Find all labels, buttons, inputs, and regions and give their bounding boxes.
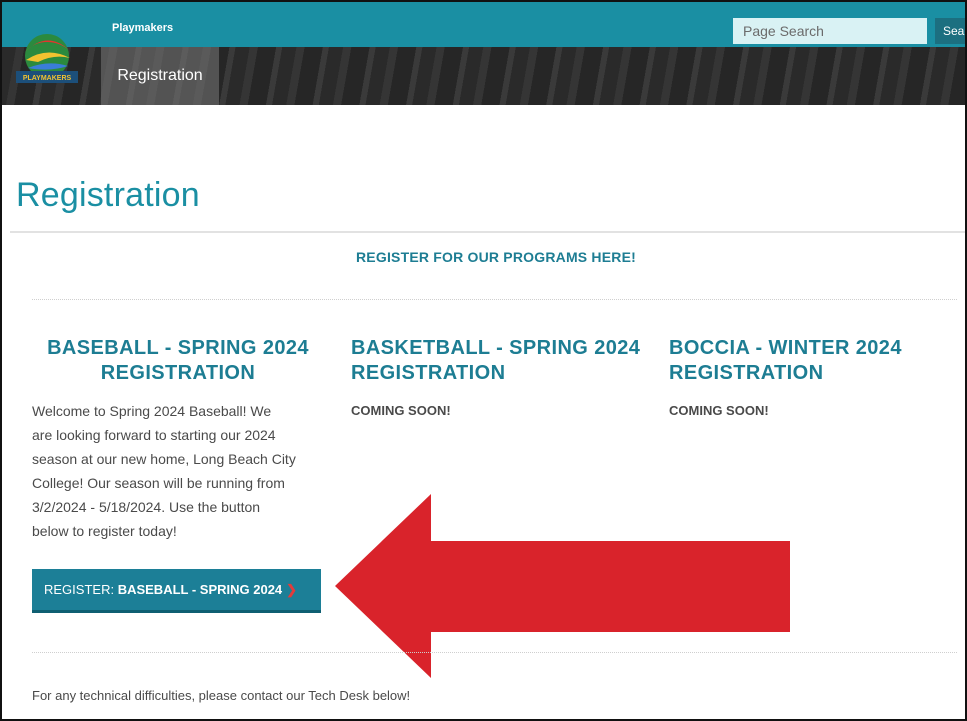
title-divider <box>10 231 965 233</box>
page-title: Registration <box>16 176 200 214</box>
boccia-title: BOCCIA - WINTER 2024 REGISTRATION <box>669 336 959 386</box>
page-search-input[interactable] <box>733 18 927 44</box>
search-button[interactable]: Search <box>935 18 965 44</box>
basketball-title-line1: BASKETBALL - SPRING 2024 <box>351 337 641 359</box>
boccia-status: COMING SOON! <box>669 403 769 418</box>
description-line: 3/2/2024 - 5/18/2024. Use the button <box>32 499 261 515</box>
register-button-prefix: REGISTER: <box>44 582 118 597</box>
boccia-title-line2: REGISTRATION <box>669 362 824 384</box>
description-line: College! Our season will be running from <box>32 475 285 491</box>
nav-item-registration[interactable]: Registration <box>101 47 219 105</box>
basketball-title: BASKETBALL - SPRING 2024 REGISTRATION <box>351 336 651 386</box>
register-programs-heading: REGISTER FOR OUR PROGRAMS HERE! <box>356 249 636 265</box>
browser-viewport: PLAYMAKERS Playmakers Registration Searc… <box>0 0 967 721</box>
left-arrow-annotation-icon <box>335 494 790 678</box>
basketball-title-line2: REGISTRATION <box>351 362 506 384</box>
section-divider-top <box>32 299 957 300</box>
baseball-title: BASEBALL - SPRING 2024 REGISTRATION <box>32 336 324 386</box>
logo-wordmark: PLAYMAKERS <box>23 75 72 82</box>
baseball-description: Welcome to Spring 2024 Baseball! We are … <box>32 399 332 543</box>
basketball-status: COMING SOON! <box>351 403 451 418</box>
register-button-program: BASEBALL - SPRING 2024 <box>117 582 283 597</box>
playmakers-logo[interactable]: PLAYMAKERS <box>14 20 80 96</box>
description-line: are looking forward to starting our 2024 <box>32 427 276 443</box>
site-brand-name[interactable]: Playmakers <box>112 22 173 34</box>
description-line: below to register today! <box>32 523 177 539</box>
chevron-right-icon: ❯ <box>286 582 298 597</box>
boccia-title-line1: BOCCIA - WINTER 2024 <box>669 337 902 359</box>
description-line: season at our new home, Long Beach City <box>32 451 296 467</box>
section-divider-bottom <box>32 652 957 653</box>
register-baseball-button[interactable]: REGISTER: BASEBALL - SPRING 2024 ❯ <box>32 569 321 613</box>
tech-support-note: For any technical difficulties, please c… <box>32 688 411 703</box>
description-line: Welcome to Spring 2024 Baseball! We <box>32 403 272 419</box>
baseball-title-line2: REGISTRATION <box>100 362 256 384</box>
baseball-title-line1: BASEBALL - SPRING 2024 <box>47 337 309 359</box>
